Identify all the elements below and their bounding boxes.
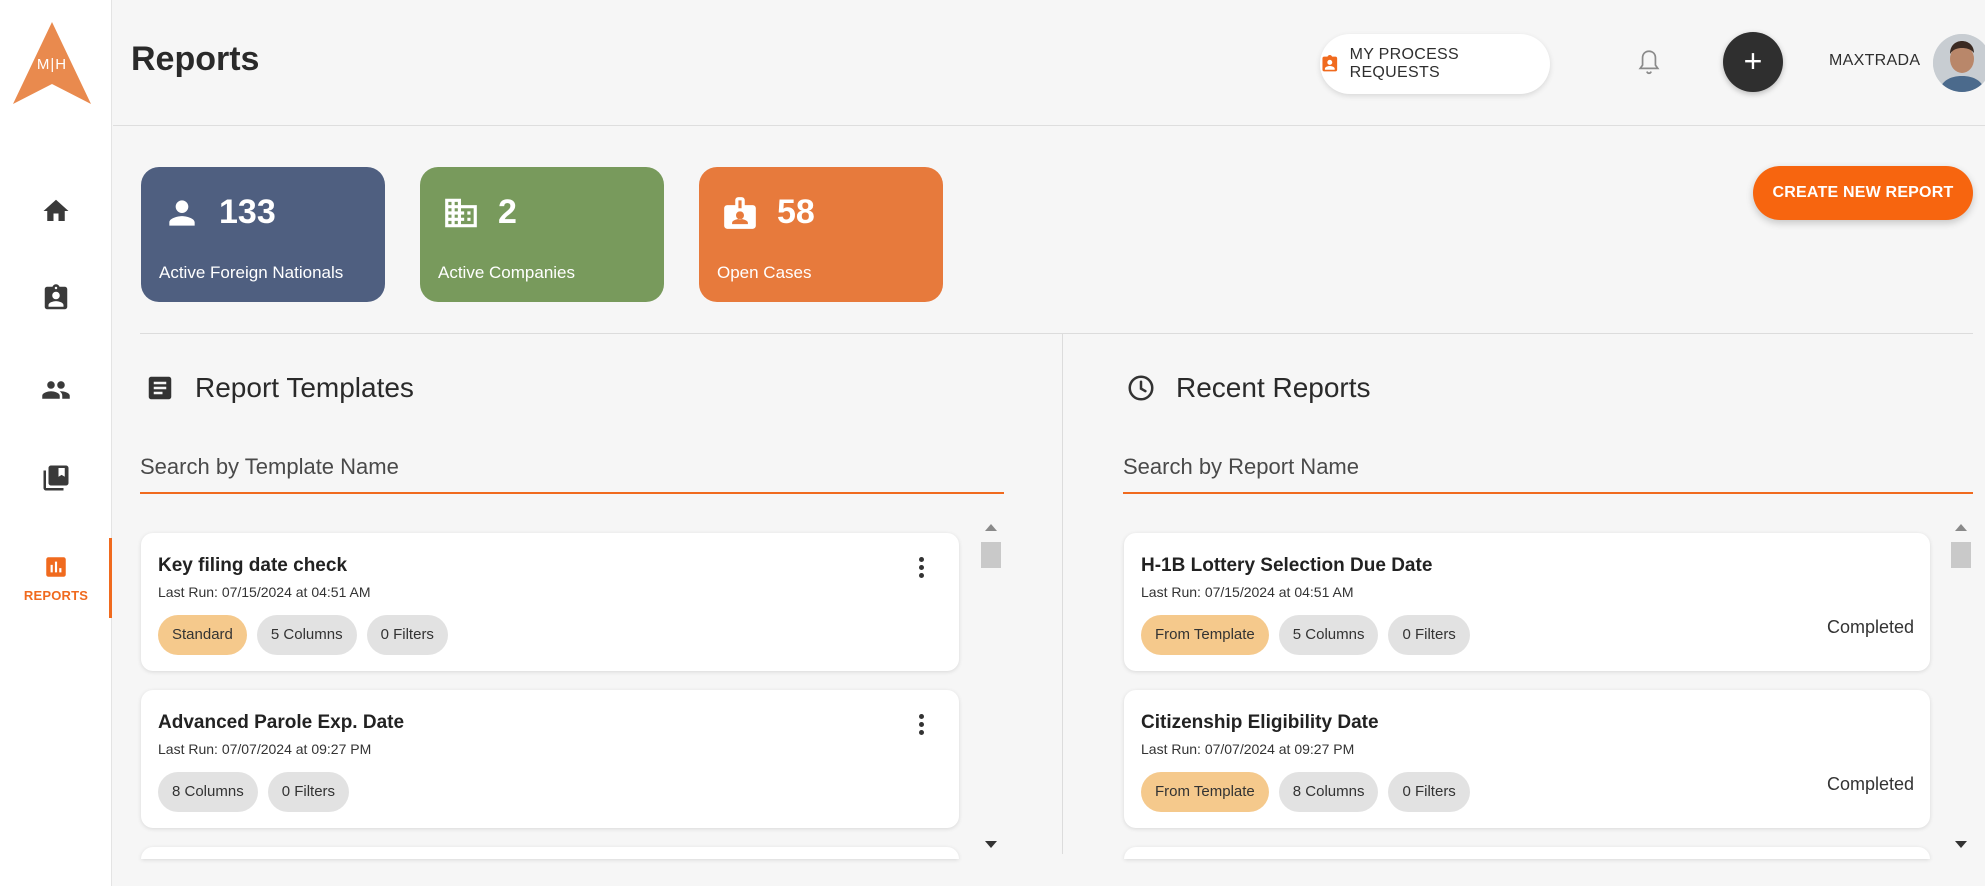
stat-row: 58 (721, 193, 815, 232)
stat-card-open-cases[interactable]: 58 Open Cases (699, 167, 943, 302)
chip-type: Standard (158, 615, 247, 655)
sidebar-item-label: REPORTS (23, 587, 89, 603)
recent-report-card[interactable]: Citizenship Eligibility Date Last Run: 0… (1124, 690, 1930, 828)
scroll-up-icon[interactable] (1955, 524, 1967, 531)
document-icon (148, 376, 172, 400)
add-button[interactable]: + (1723, 32, 1783, 92)
page-title: Reports (131, 40, 260, 78)
chip-columns: 5 Columns (1278, 615, 1379, 655)
process-requests-label: MY PROCESS REQUESTS (1349, 46, 1459, 81)
badge-icon (724, 196, 756, 229)
library-books-icon (43, 465, 69, 491)
stat-row: 133 (163, 193, 276, 232)
username: MAXTRADA (1829, 52, 1921, 69)
chip-filters: 0 Filters (267, 772, 350, 812)
template-card[interactable]: Key filing date check Last Run: 07/15/20… (141, 533, 959, 671)
stat-value: 58 (777, 193, 815, 231)
chip-filters: 0 Filters (1388, 772, 1470, 812)
column-divider (1062, 334, 1063, 854)
recent-scrollbar[interactable] (1950, 516, 1972, 856)
card-title: Advanced Parole Exp. Date (158, 712, 405, 733)
home-icon (43, 199, 69, 221)
sidebar: M|H REPORTS (0, 0, 112, 886)
card-title: Key filing date check (158, 555, 348, 576)
create-new-report-button[interactable]: CREATE NEW REPORT (1753, 166, 1973, 220)
template-search-input[interactable] (140, 442, 1004, 494)
stat-card-foreign-nationals[interactable]: 133 Active Foreign Nationals (141, 167, 385, 302)
chip-row: From Template 8 Columns 0 Filters (1141, 772, 1470, 812)
stat-value: 133 (219, 193, 276, 231)
templates-title: Report Templates (195, 372, 414, 403)
scroll-down-icon[interactable] (985, 841, 997, 848)
top-header: Reports MY PROCESS REQUESTS + MAXTRADA (113, 0, 1985, 126)
divider (140, 333, 1973, 334)
building-icon (445, 198, 477, 227)
person-icon (169, 199, 195, 226)
sidebar-item-cases[interactable] (0, 273, 112, 323)
stat-label: Active Foreign Nationals (159, 263, 344, 282)
card-last-run: Last Run: 07/15/2024 at 04:51 AM (1141, 584, 1354, 600)
bar-chart-icon (46, 556, 66, 577)
stat-row: 2 (442, 193, 517, 232)
logo-text: M|H (36, 56, 68, 73)
chip-type: From Template (1141, 772, 1269, 812)
sidebar-item-people[interactable] (0, 365, 112, 415)
templates-header: Report Templates (145, 372, 414, 404)
my-process-requests-button[interactable]: MY PROCESS REQUESTS (1320, 34, 1550, 94)
reports-app: M|H REPORTS Reports MY PROCESS REQUESTS (0, 0, 1985, 886)
stat-card-companies[interactable]: 2 Active Companies (420, 167, 664, 302)
recent-header: Recent Reports (1126, 372, 1371, 404)
plus-icon: + (1743, 43, 1763, 79)
chip-row: Standard 5 Columns 0 Filters (158, 615, 448, 655)
chip-columns: 8 Columns (1278, 772, 1379, 812)
clipboard-person-icon (44, 284, 68, 310)
user-avatar[interactable] (1933, 34, 1985, 92)
more-options-icon[interactable] (913, 712, 929, 738)
notifications-bell-icon[interactable] (1636, 48, 1662, 78)
recent-title: Recent Reports (1176, 372, 1371, 403)
stat-value: 2 (498, 193, 517, 231)
avatar-person-icon (1933, 34, 1985, 92)
more-options-icon[interactable] (913, 555, 929, 581)
clipboard-person-icon (1322, 55, 1338, 72)
stat-label: Active Companies (438, 263, 576, 282)
sidebar-item-reports[interactable]: REPORTS (0, 538, 112, 618)
card-last-run: Last Run: 07/15/2024 at 04:51 AM (158, 584, 371, 600)
chip-columns: 8 Columns (158, 772, 258, 812)
scroll-thumb[interactable] (1951, 542, 1971, 568)
card-title: Citizenship Eligibility Date (1141, 712, 1379, 733)
chip-row: 8 Columns 0 Filters (158, 772, 350, 812)
recent-report-card[interactable]: H-1B Lottery Selection Due Date Last Run… (1124, 533, 1930, 671)
report-search-input[interactable] (1123, 442, 1973, 494)
app-logo[interactable]: M|H (13, 22, 91, 104)
people-icon (42, 381, 70, 399)
status-text: Completed (1826, 617, 1914, 637)
chip-columns: 5 Columns (256, 615, 357, 655)
scroll-up-icon[interactable] (985, 524, 997, 531)
templates-scrollbar[interactable] (980, 516, 1002, 856)
chip-filters: 0 Filters (1388, 615, 1470, 655)
scroll-thumb[interactable] (981, 542, 1001, 568)
card-title: H-1B Lottery Selection Due Date (1141, 555, 1433, 576)
template-card[interactable]: Advanced Parole Exp. Date Last Run: 07/0… (141, 690, 959, 828)
clock-icon (1128, 375, 1154, 401)
card-last-run: Last Run: 07/07/2024 at 09:27 PM (1141, 741, 1355, 757)
template-card-partial[interactable] (141, 847, 959, 859)
chip-row: From Template 5 Columns 0 Filters (1141, 615, 1470, 655)
status-text: Completed (1826, 774, 1914, 794)
chip-type: From Template (1141, 615, 1269, 655)
sidebar-item-home[interactable] (0, 186, 112, 236)
scroll-down-icon[interactable] (1955, 841, 1967, 848)
stat-label: Open Cases (717, 263, 812, 282)
sidebar-item-library[interactable] (0, 453, 112, 503)
chip-filters: 0 Filters (366, 615, 448, 655)
recent-report-card-partial[interactable] (1124, 847, 1930, 859)
card-last-run: Last Run: 07/07/2024 at 09:27 PM (158, 741, 372, 757)
